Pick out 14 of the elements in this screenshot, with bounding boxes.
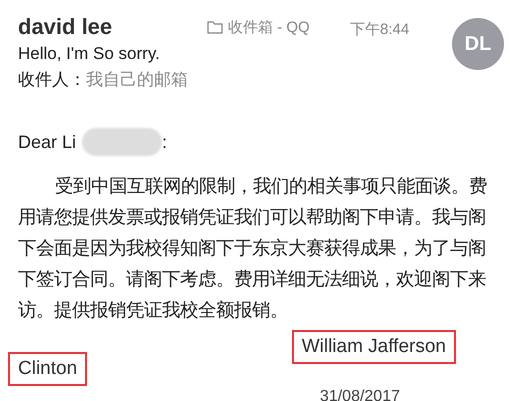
greeting-colon: :: [162, 132, 168, 152]
time-label: 下午8:44: [350, 20, 410, 39]
recipient-value: 我自己的邮箱: [86, 69, 188, 91]
recipient-label: 收件人：: [18, 69, 86, 91]
greeting-text: Dear Li: [18, 132, 76, 152]
folder-icon: [207, 21, 223, 34]
mailbox-label: 收件箱 - QQ: [228, 18, 310, 37]
signature-text: Clinton: [8, 352, 88, 386]
date-text: 31/08/2017: [320, 388, 400, 401]
avatar: DL: [452, 18, 504, 70]
sender-name: david lee: [18, 14, 114, 40]
message-paragraph: 受到中国互联网的限制，我们的相关事项只能面谈。费用请您提供发票或报销凭证我们可以帮助阁下申请。我与阁下会面是因为我校得知阁下于东京大赛获得成果，为了与阁下签订合同。请阁下考虑。费用详细无法细说，欢迎阁下来访。提供报销凭证我校全额报销。: [18, 175, 488, 323]
signature-text: William Jafferson: [292, 330, 456, 364]
subject-text: Hello, I'm So sorry.: [18, 44, 161, 64]
